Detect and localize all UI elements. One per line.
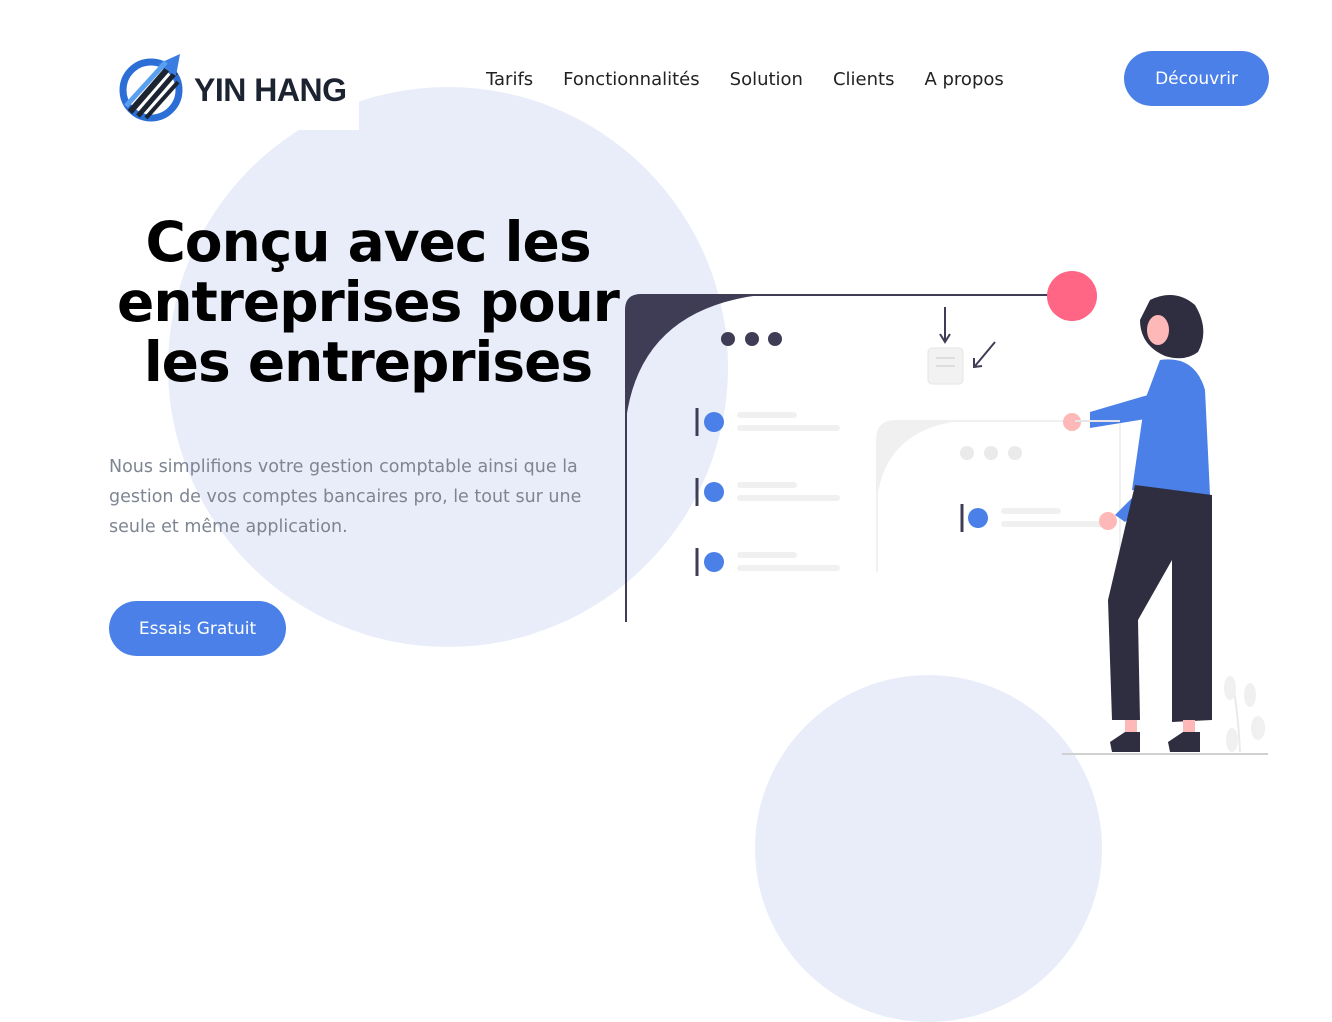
hero-title: Conçu avec les entreprises pour les entr… <box>117 210 620 394</box>
hero-subtitle: Nous simplifions votre gestion comptable… <box>109 457 582 537</box>
nav-link-clients[interactable]: Clients <box>833 68 895 92</box>
logo[interactable]: YIN HANG <box>110 42 359 130</box>
discover-button[interactable]: Découvrir <box>1124 51 1269 106</box>
main-nav: Tarifs Fonctionnalités Solution Clients … <box>486 68 1034 92</box>
second-panel <box>876 420 1121 572</box>
logo-text: YIN HANG <box>194 71 347 108</box>
logo-arrow-icon <box>119 54 183 122</box>
nav-link-tarifs[interactable]: Tarifs <box>486 68 533 92</box>
panel-curve <box>626 295 760 420</box>
nav-link-solution[interactable]: Solution <box>730 68 803 92</box>
panel-frame <box>625 294 1073 622</box>
pink-dot <box>1047 271 1097 321</box>
free-trial-button[interactable]: Essais Gratuit <box>109 601 286 656</box>
list-row <box>695 408 840 436</box>
nav-link-a-propos[interactable]: A propos <box>924 68 1003 92</box>
list-row <box>695 478 840 506</box>
plant-icon <box>1224 676 1265 753</box>
hero-illustration <box>625 271 1268 755</box>
nav-link-fonctionnalites[interactable]: Fonctionnalités <box>563 68 699 92</box>
list-row <box>695 548 840 576</box>
